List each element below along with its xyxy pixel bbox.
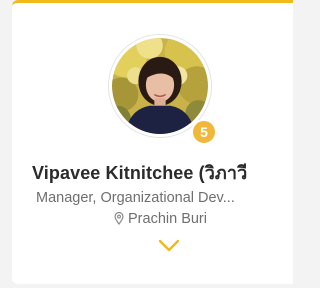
- notification-badge: 5: [191, 119, 217, 145]
- profile-card[interactable]: 5 Vipavee Kitnitchee (วิภาวี Manager, Or…: [12, 0, 293, 284]
- job-title: Manager, Organizational Dev...: [36, 190, 235, 206]
- map-pin-icon: [114, 212, 124, 225]
- location-label: Prachin Buri: [128, 211, 207, 227]
- location-row: Prachin Buri: [12, 211, 293, 227]
- avatar-container[interactable]: 5: [109, 35, 217, 145]
- chevron-down-icon[interactable]: [158, 239, 180, 253]
- person-name[interactable]: Vipavee Kitnitchee (วิภาวี: [32, 158, 247, 187]
